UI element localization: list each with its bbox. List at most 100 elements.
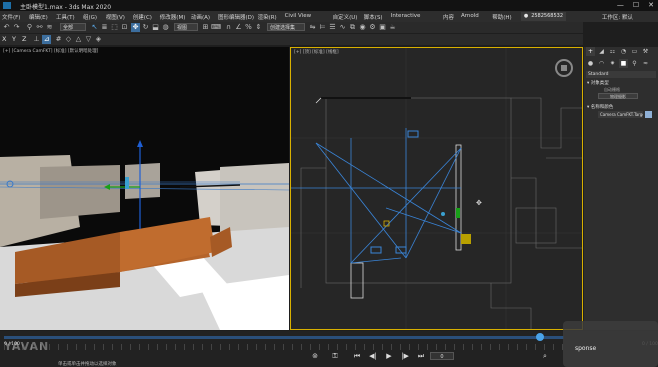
menu-item-11[interactable]: 自定义(U) <box>333 13 358 21</box>
play-icon[interactable]: ▶ <box>384 351 394 361</box>
undo-icon[interactable]: ↶ <box>2 23 11 32</box>
helpers-icon[interactable]: ⚲ <box>630 59 639 68</box>
window-crossing-icon[interactable]: ⊡ <box>120 23 129 32</box>
menu-item-8[interactable]: 图形编辑器(D) <box>218 13 254 21</box>
maximize-button[interactable]: ☐ <box>633 1 639 9</box>
xy-constraint-icon[interactable]: ⊿ <box>42 35 51 44</box>
menu-item-1[interactable]: 编辑(E) <box>29 13 48 21</box>
snap-grid-icon[interactable]: # <box>54 35 63 44</box>
select-by-name-icon[interactable]: ≣ <box>100 23 109 32</box>
next-frame-icon[interactable]: |▶ <box>400 351 410 361</box>
menu-item-4[interactable]: 视图(V) <box>106 13 125 21</box>
set-key-icon[interactable]: ⚿ <box>330 351 340 361</box>
account-button[interactable]: ● 2582568532 <box>520 12 566 21</box>
select-object-icon[interactable]: ↖ <box>90 23 99 32</box>
select-rotate-icon[interactable]: ↻ <box>141 23 150 32</box>
camera-viewport[interactable]: [+] [Camera CamFKT] [标准] [默认明暗处理] <box>0 47 289 330</box>
menu-item-16[interactable]: 帮助(H) <box>492 13 511 21</box>
spinner-snap-icon[interactable]: ⇕ <box>254 23 263 32</box>
xy-plane-icon[interactable]: ⊥ <box>32 35 41 44</box>
material-editor-icon[interactable]: ◉ <box>358 23 367 32</box>
rendered-frame-icon[interactable]: ▣ <box>378 23 387 32</box>
minimize-button[interactable]: — <box>617 1 624 9</box>
curve-editor-icon[interactable]: ∿ <box>338 23 347 32</box>
current-frame-field[interactable]: 0 <box>430 352 454 360</box>
object-type-rollout[interactable]: ▾ 对象类型 <box>587 80 609 86</box>
menu-item-5[interactable]: 创建(C) <box>133 13 152 21</box>
top-viewport[interactable]: ✥ [+] [顶] [标准] [线框] <box>290 47 583 330</box>
menu-item-9[interactable]: 渲染(R) <box>258 13 277 21</box>
menu-item-2[interactable]: 工具(T) <box>56 13 75 21</box>
create-tab-icon[interactable]: + <box>586 47 595 56</box>
mirror-icon[interactable]: ⇋ <box>308 23 317 32</box>
snaps-toggle-icon[interactable]: ∩ <box>224 23 233 32</box>
close-button[interactable]: ✕ <box>648 1 654 9</box>
snap-edge-icon[interactable]: △ <box>74 35 83 44</box>
time-slider-track[interactable] <box>4 336 564 339</box>
lights-icon[interactable]: ✷ <box>608 59 617 68</box>
shapes-icon[interactable]: ◠ <box>597 59 606 68</box>
track-bar[interactable] <box>4 344 564 350</box>
object-color-swatch[interactable] <box>645 111 652 118</box>
bind-space-warp-icon[interactable]: ≋ <box>45 23 54 32</box>
go-to-end-icon[interactable]: ⏭ <box>416 351 426 361</box>
category-dropdown[interactable]: Standard <box>586 71 656 78</box>
workspace-selector[interactable]: 工作区: 默认 <box>602 13 633 21</box>
cameras-icon[interactable]: ■ <box>619 59 628 68</box>
rectangular-selection-icon[interactable]: ⬚ <box>110 23 119 32</box>
geometry-icon[interactable]: ● <box>586 59 595 68</box>
render-setup-icon[interactable]: ⚙ <box>368 23 377 32</box>
menu-item-14[interactable]: 内容 <box>443 13 454 21</box>
utilities-tab-icon[interactable]: ⚒ <box>641 47 650 56</box>
percent-snap-icon[interactable]: % <box>244 23 253 32</box>
render-production-icon[interactable]: ☕ <box>388 23 397 32</box>
reference-coord-dropdown[interactable]: 视图 <box>174 23 198 31</box>
menu-item-15[interactable]: Arnold <box>461 13 479 19</box>
redo-icon[interactable]: ↷ <box>12 23 21 32</box>
y-axis-icon[interactable]: Y <box>12 35 16 43</box>
go-to-start-icon[interactable]: ⏮ <box>352 351 362 361</box>
physical-camera-button[interactable]: 物理摄影 <box>598 93 638 99</box>
modify-tab-icon[interactable]: ◢ <box>597 47 606 56</box>
time-slider-handle[interactable] <box>536 333 544 341</box>
pivot-center-icon[interactable]: ⊞ <box>201 23 210 32</box>
select-scale-icon[interactable]: ⬓ <box>151 23 160 32</box>
previous-frame-icon[interactable]: ◀| <box>368 351 378 361</box>
menu-item-0[interactable]: 文件(F) <box>2 13 20 21</box>
display-tab-icon[interactable]: ▭ <box>630 47 639 56</box>
key-mode-icon[interactable]: ⊚ <box>310 351 320 361</box>
viewcube-icon[interactable] <box>555 59 573 77</box>
z-axis-icon[interactable]: Z <box>22 35 26 43</box>
snap-vertex-icon[interactable]: ◇ <box>64 35 73 44</box>
menu-item-12[interactable]: 脚本(S) <box>364 13 383 21</box>
select-move-icon[interactable]: ✥ <box>131 23 140 32</box>
link-icon[interactable]: ⚲ <box>25 23 34 32</box>
select-place-icon[interactable]: ◍ <box>161 23 170 32</box>
menu-item-7[interactable]: 动画(A) <box>191 13 210 21</box>
x-axis-icon[interactable]: X <box>2 35 6 43</box>
motion-tab-icon[interactable]: ◔ <box>619 47 628 56</box>
keyboard-shortcut-icon[interactable]: ⌨ <box>211 23 221 32</box>
snap-pivot-icon[interactable]: ◈ <box>94 35 103 44</box>
spacewarps-icon[interactable]: ≈ <box>641 59 650 68</box>
angle-snap-icon[interactable]: ∠ <box>234 23 243 32</box>
menu-item-3[interactable]: 组(G) <box>83 13 97 21</box>
menu-item-6[interactable]: 修改器(M) <box>160 13 186 21</box>
schematic-view-icon[interactable]: ⧉ <box>348 23 357 32</box>
top-viewport-label[interactable]: [+] [顶] [标准] [线框] <box>294 49 339 55</box>
object-name-field[interactable]: Camera CamFKT.Target <box>598 111 643 118</box>
name-color-rollout[interactable]: ▾ 名称和颜色 <box>587 104 613 110</box>
hierarchy-tab-icon[interactable]: ⚏ <box>608 47 617 56</box>
named-selection-dropdown[interactable]: 创建选择集 <box>267 23 305 31</box>
unlink-icon[interactable]: ⚯ <box>35 23 44 32</box>
menu-item-13[interactable]: Interactive <box>391 13 421 19</box>
snap-face-icon[interactable]: ▽ <box>84 35 93 44</box>
zoom-icon[interactable]: ⌕ <box>540 351 550 361</box>
window-controls: — ☐ ✕ <box>617 1 654 9</box>
layer-explorer-icon[interactable]: ☰ <box>328 23 337 32</box>
camera-viewport-scene <box>0 47 289 330</box>
align-icon[interactable]: ⊨ <box>318 23 327 32</box>
menu-item-10[interactable]: Civil View <box>285 13 311 19</box>
selection-filter-dropdown[interactable]: 全部 <box>60 23 86 31</box>
camera-viewport-label[interactable]: [+] [Camera CamFKT] [标准] [默认明暗处理] <box>3 48 98 54</box>
